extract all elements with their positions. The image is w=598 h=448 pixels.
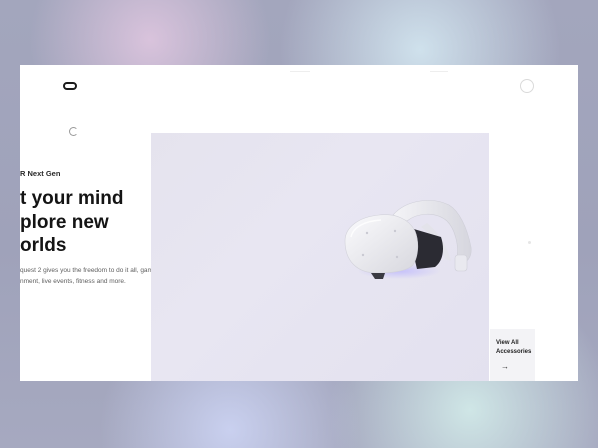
description-line: nment, live events, fitness and more.: [20, 278, 126, 285]
decorative-dot: [528, 241, 531, 244]
headline-line: plore new: [20, 211, 109, 233]
hero-headline: t your mind plore new orlds: [20, 187, 170, 258]
headline-line: t your mind: [20, 188, 124, 209]
vr-headset-icon: [344, 200, 472, 279]
hero-image-panel: [151, 133, 489, 381]
menu-circle-button[interactable]: [520, 79, 534, 93]
hero-eyebrow: R Next Gen: [20, 169, 61, 178]
nav-divider: [430, 71, 448, 72]
oculus-logo-icon[interactable]: [63, 82, 77, 90]
accessories-label-line: View All: [496, 340, 519, 346]
description-line: quest 2 gives you the freedom to do it a…: [20, 267, 162, 274]
hero-description: quest 2 gives you the freedom to do it a…: [20, 265, 162, 287]
headline-line: orlds: [20, 235, 67, 256]
nav-divider: [290, 71, 310, 72]
arrow-right-icon[interactable]: →: [498, 362, 512, 372]
accessories-label-line: Accessories: [496, 349, 532, 355]
loading-spinner-icon: [69, 127, 78, 136]
view-all-accessories-card[interactable]: View All Accessories →: [490, 329, 535, 381]
app-window: R Next Gen t your mind plore new orlds q…: [20, 65, 578, 381]
accessories-label: View All Accessories: [496, 339, 536, 357]
